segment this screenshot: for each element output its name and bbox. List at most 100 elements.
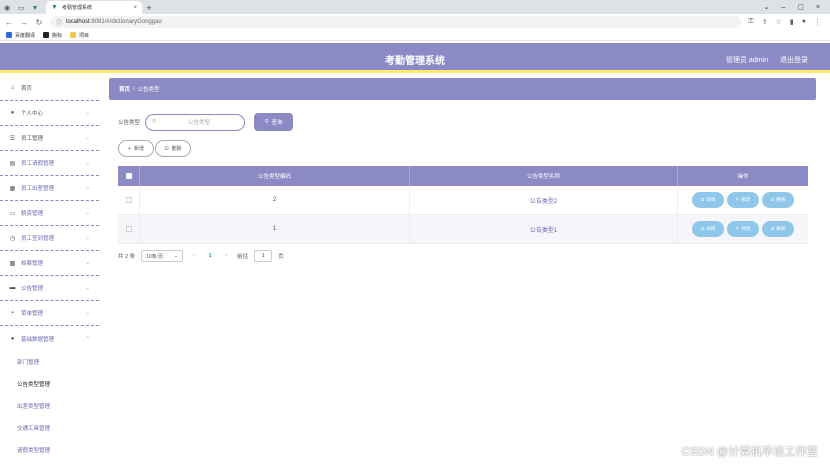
chevron-up-icon: ⌃ (85, 335, 90, 342)
reload-icon[interactable]: ↻ (35, 18, 43, 27)
minimize-icon[interactable]: – (781, 4, 785, 11)
action-row: + 新增 ⊡ 删除 (118, 140, 191, 157)
search-input[interactable]: ⚲ 公告类型 (145, 113, 246, 131)
sidebar-sub-notice-type[interactable]: 公告类型管理 (0, 373, 99, 395)
sidebar-item-trip[interactable]: ▦ 员工出差管理 ⌄ (0, 176, 99, 201)
clock-icon: ◷ (9, 235, 16, 242)
forward-icon[interactable]: → (20, 18, 28, 27)
vue-favicon-icon: ▼ (51, 4, 58, 11)
row-delete-button[interactable]: ⊡ 删除 (762, 221, 794, 237)
base-icon: ● (10, 335, 15, 342)
tab-title: 考勤管理系统 (61, 5, 92, 11)
more-icon[interactable]: ⋮ (814, 18, 821, 26)
star-icon[interactable]: ☆ (776, 18, 782, 26)
breadcrumb-home[interactable]: 首页 (119, 85, 130, 93)
sidebar-sub-vehicle[interactable]: 交通工具管理 (0, 417, 99, 439)
header-user-area: 管理员 admin 退出登录 (726, 55, 808, 65)
detail-icon: ⊡ (700, 197, 705, 202)
edit-button[interactable]: ✎ 修改 (727, 192, 759, 208)
sidebar-item-base[interactable]: ● 基础数据管理 ⌃ (0, 326, 99, 351)
bookmark-translate[interactable]: 百度翻译 (6, 32, 35, 39)
trip-icon: ▦ (9, 185, 16, 192)
sidepanel-icon[interactable]: ▮ (790, 18, 794, 26)
bookmark-icon (43, 32, 50, 38)
page-number-current[interactable]: 1 (205, 253, 215, 259)
row-delete-button[interactable]: ⊡ 删除 (762, 192, 794, 208)
sidebar-item-menu[interactable]: ▪ 菜单管理 ⌄ (0, 301, 99, 326)
delete-button[interactable]: ⊡ 删除 (155, 140, 191, 157)
sidebar-sub-department[interactable]: 部门管理 (0, 351, 99, 373)
add-button[interactable]: + 新增 (118, 140, 154, 157)
col-header-name[interactable]: 公告类型名称 (410, 166, 678, 186)
chevron-down-icon: ⌄ (85, 160, 90, 166)
sidebar-sub-leave-type[interactable]: 请假类型管理 (0, 439, 99, 461)
goto-page-input[interactable]: 1 (254, 250, 273, 262)
page-size-select[interactable]: 10条/页 ⌄ (141, 250, 184, 262)
sidebar-item-salary[interactable]: ▭ 薪资管理 ⌄ (0, 201, 99, 226)
sidebar-item-notice[interactable]: ▬ 公告管理 ⌄ (0, 276, 99, 301)
edit-icon: ✎ (735, 226, 740, 231)
breadcrumb-current: 公告类型 (137, 87, 160, 93)
bookmark-project[interactable]: 项目 (70, 32, 89, 39)
search-button[interactable]: ⚲ 查询 (254, 113, 294, 131)
col-header-ops: 操作 (737, 174, 749, 180)
table-row: 2 公告类型2 ⊡ 详情 ✎ 修改 ⊡ 删除 (118, 186, 808, 215)
info-icon[interactable]: ⓘ (56, 18, 62, 27)
url-input[interactable]: ⓘ localhost:8081/#/dictionaryGonggao (50, 16, 742, 28)
chevron-down-icon: ⌄ (85, 135, 90, 141)
maximize-icon[interactable]: ▢ (797, 3, 804, 11)
browser-tab-active[interactable]: ▼ 考勤管理系统 × (46, 1, 142, 14)
sidebar-item-archive[interactable]: ▩ 档案管理 ⌄ (0, 251, 99, 276)
page-unit: 页 (278, 254, 284, 260)
window-controls: ⌄ – ▢ × (764, 0, 830, 14)
row-checkbox[interactable] (118, 186, 140, 214)
trash-icon: ⊡ (770, 197, 775, 202)
cell-ops: ⊡ 详情 ✎ 修改 ⊡ 删除 (678, 186, 808, 214)
key-icon[interactable]: ⚿ (748, 18, 753, 26)
select-all-checkbox[interactable] (118, 166, 140, 186)
list-icon: ☰ (9, 135, 16, 142)
chevron-down-icon: ⌄ (173, 253, 179, 259)
chevron-down-icon: ⌄ (85, 235, 90, 241)
back-icon[interactable]: ← (5, 18, 13, 27)
sidebar-item-checkin[interactable]: ◷ 员工签到管理 ⌄ (0, 226, 99, 251)
edit-button[interactable]: ✎ 修改 (727, 221, 759, 237)
vue-icon[interactable]: ▼ (28, 2, 42, 14)
logout-link[interactable]: 退出登录 (780, 55, 808, 65)
profile-icon[interactable]: ● (802, 18, 806, 26)
col-header-code[interactable]: 公告类型编码 (140, 166, 410, 186)
chevron-down-icon[interactable]: ⌄ (764, 3, 770, 11)
search-label: 公告类型 (118, 120, 141, 126)
sidebar-item-staff[interactable]: ☰ 员工管理 ⌄ (0, 126, 99, 151)
chat-icon: ▭ (9, 210, 16, 217)
detail-icon: ⊡ (700, 226, 705, 231)
chevron-down-icon: ⌄ (85, 285, 90, 291)
close-window-icon[interactable]: × (816, 4, 820, 11)
home-icon: ⌂ (10, 85, 15, 91)
sidebar-item-leave[interactable]: ▤ 员工请假管理 ⌄ (0, 151, 99, 176)
detail-button[interactable]: ⊡ 详情 (692, 192, 724, 208)
sidebar-item-home[interactable]: ⌂ 首页 (0, 76, 99, 101)
close-tab-icon[interactable]: × (133, 5, 137, 11)
url-path: :8081/#/dictionaryGonggao (89, 19, 162, 25)
sidebar-item-profile[interactable]: ● 个人中心 ⌄ (0, 101, 99, 126)
next-page-icon[interactable]: › (221, 253, 231, 259)
chrome-icon[interactable]: ◉ (0, 2, 14, 14)
app-title: 考勤管理系统 (385, 56, 445, 67)
search-row: 公告类型 ⚲ 公告类型 ⚲ 查询 (118, 113, 294, 131)
tab-blank[interactable]: ▭ (14, 2, 28, 14)
goto-label: 前往 (237, 254, 249, 260)
search-placeholder: 公告类型 (188, 120, 211, 126)
chevron-down-icon: ⌄ (85, 210, 90, 216)
trash-icon: ⊡ (164, 145, 169, 152)
address-bar-row: ← → ↻ ⓘ localhost:8081/#/dictionaryGongg… (0, 14, 830, 30)
user-name: 管理员 admin (725, 57, 768, 64)
folder-icon (70, 32, 77, 38)
bookmark-tag[interactable]: 撕标 (43, 32, 62, 39)
prev-page-icon[interactable]: ‹ (189, 253, 199, 259)
new-tab-button[interactable]: + (142, 2, 156, 14)
detail-button[interactable]: ⊡ 详情 (692, 221, 724, 237)
sidebar-sub-trip-type[interactable]: 出差类型管理 (0, 395, 99, 417)
share-icon[interactable]: ⇪ (762, 18, 768, 26)
row-checkbox[interactable] (118, 215, 140, 243)
